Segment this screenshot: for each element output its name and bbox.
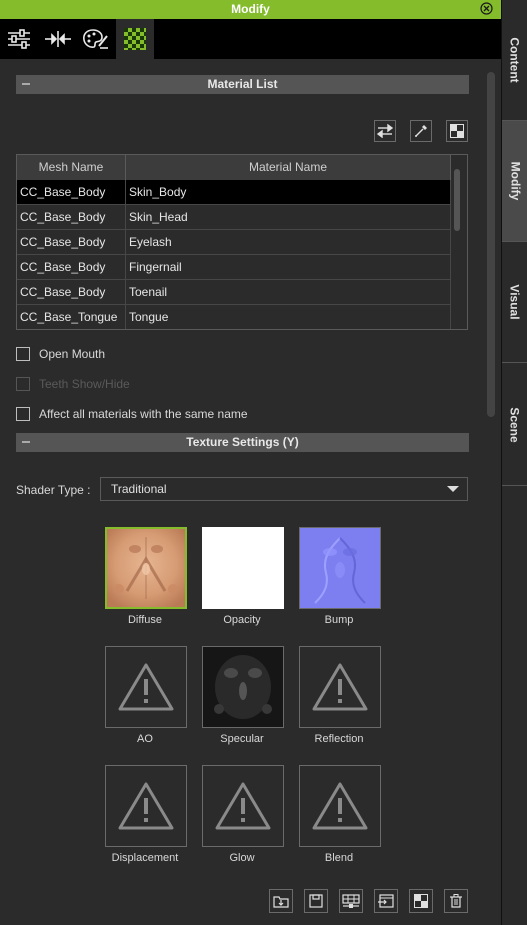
- warning-icon: [118, 663, 174, 711]
- texture-preview-button[interactable]: [409, 889, 433, 913]
- close-icon[interactable]: [480, 2, 493, 15]
- eyedropper-icon: [415, 125, 427, 137]
- warning-icon: [215, 782, 271, 830]
- teeth-show-hide-checkbox[interactable]: [16, 377, 30, 391]
- align-arrows-icon: [45, 31, 71, 47]
- window-title-bar: Modify: [0, 0, 501, 19]
- pick-material-button[interactable]: [410, 120, 432, 142]
- texture-label: Diffuse: [127, 614, 163, 626]
- checker-icon: [414, 894, 428, 908]
- table-row[interactable]: CC_Base_Body Skin_Head: [17, 205, 451, 230]
- teeth-show-hide-label: Teeth Show/Hide: [39, 377, 130, 391]
- side-tab-modify[interactable]: Modify: [502, 121, 527, 242]
- table-scrollbar[interactable]: [454, 169, 460, 231]
- open-mouth-checkbox[interactable]: [16, 347, 30, 361]
- side-tab-content[interactable]: Content: [502, 0, 527, 121]
- column-header-mesh[interactable]: Mesh Name: [17, 155, 126, 180]
- mesh-name-cell: CC_Base_Body: [17, 255, 126, 279]
- tab-appearance[interactable]: [77, 19, 115, 59]
- side-tab-bar: Content Modify Visual Scene: [501, 0, 527, 925]
- texture-slot-ao[interactable]: [105, 646, 187, 728]
- mesh-name-cell: CC_Base_Body: [17, 180, 126, 204]
- table-row[interactable]: CC_Base_Body Skin_Body: [17, 180, 451, 205]
- material-name-cell: Tongue: [126, 305, 451, 329]
- swap-arrows-icon: [377, 124, 393, 138]
- texture-slot-specular[interactable]: [202, 646, 284, 728]
- mesh-name-cell: CC_Base_Body: [17, 230, 126, 254]
- material-list-header[interactable]: Material List: [16, 75, 469, 94]
- affect-all-checkbox[interactable]: [16, 407, 30, 421]
- load-texture-button[interactable]: [269, 889, 293, 913]
- texture-settings-button[interactable]: [339, 889, 363, 913]
- panel-scrollbar[interactable]: [487, 72, 495, 417]
- texture-slot-displacement[interactable]: [105, 765, 187, 847]
- material-name-cell: Fingernail: [126, 255, 451, 279]
- material-table: Mesh Name Material Name CC_Base_Body Ski…: [16, 154, 468, 330]
- table-row[interactable]: CC_Base_Body Eyelash: [17, 230, 451, 255]
- texture-label: Blend: [324, 852, 354, 864]
- chevron-down-icon: [447, 486, 459, 492]
- texture-label: Specular: [220, 733, 264, 745]
- texture-slot-blend[interactable]: [299, 765, 381, 847]
- texture-slot-diffuse[interactable]: [105, 527, 187, 609]
- shader-type-select[interactable]: Traditional: [100, 477, 468, 501]
- texture-settings-header[interactable]: Texture Settings (Y): [16, 433, 469, 452]
- open-mouth-label: Open Mouth: [39, 347, 106, 361]
- texture-label: AO: [137, 733, 153, 745]
- section-title: Material List: [207, 77, 278, 91]
- checker-material-icon: [124, 28, 146, 50]
- diffuse-texture-thumbnail: [107, 529, 185, 607]
- shader-type-value: Traditional: [111, 482, 167, 496]
- import-window-icon: [378, 894, 394, 908]
- mesh-name-cell: CC_Base_Body: [17, 205, 126, 229]
- texture-label: Reflection: [314, 733, 364, 745]
- material-name-cell: Skin_Head: [126, 205, 451, 229]
- checker-icon: [450, 124, 464, 138]
- texture-label: Glow: [229, 852, 255, 864]
- tab-morph[interactable]: [39, 19, 77, 59]
- tab-attribute[interactable]: [0, 19, 38, 59]
- texture-label: Bump: [324, 614, 354, 626]
- warning-icon: [312, 782, 368, 830]
- tab-material[interactable]: [116, 19, 154, 59]
- warning-icon: [312, 663, 368, 711]
- material-name-cell: Toenail: [126, 280, 451, 304]
- mesh-name-cell: CC_Base_Tongue: [17, 305, 126, 329]
- folder-open-icon: [273, 896, 289, 908]
- side-tab-scene[interactable]: Scene: [502, 365, 527, 486]
- shader-type-label: Shader Type :: [16, 483, 91, 497]
- side-tab-visual[interactable]: Visual: [502, 242, 527, 363]
- modify-toolbar: [0, 19, 501, 59]
- table-row[interactable]: CC_Base_Body Toenail: [17, 280, 451, 305]
- material-preview-button[interactable]: [446, 120, 468, 142]
- texture-label: Opacity: [223, 614, 261, 626]
- material-name-cell: Eyelash: [126, 230, 451, 254]
- launch-editor-button[interactable]: [374, 889, 398, 913]
- material-name-cell: Skin_Body: [126, 180, 451, 204]
- texture-slot-glow[interactable]: [202, 765, 284, 847]
- grid-sliders-icon: [342, 894, 360, 908]
- texture-slot-reflection[interactable]: [299, 646, 381, 728]
- specular-texture-thumbnail: [203, 647, 283, 727]
- swap-material-button[interactable]: [374, 120, 396, 142]
- mesh-name-cell: CC_Base_Body: [17, 280, 126, 304]
- texture-slot-opacity[interactable]: [202, 527, 284, 609]
- save-icon: [309, 894, 323, 908]
- table-row[interactable]: CC_Base_Body Fingernail: [17, 255, 451, 280]
- palette-icon: [83, 29, 108, 49]
- section-title: Texture Settings (Y): [186, 435, 299, 449]
- column-header-material[interactable]: Material Name: [126, 155, 451, 180]
- texture-label: Displacement: [111, 852, 179, 864]
- warning-icon: [118, 782, 174, 830]
- window-title: Modify: [231, 2, 270, 16]
- delete-texture-button[interactable]: [444, 889, 468, 913]
- bump-texture-thumbnail: [300, 528, 380, 608]
- trash-icon: [450, 894, 462, 908]
- affect-all-label: Affect all materials with the same name: [39, 407, 248, 421]
- texture-slot-bump[interactable]: [299, 527, 381, 609]
- table-row[interactable]: CC_Base_Tongue Tongue: [17, 305, 451, 329]
- table-header: Mesh Name Material Name: [17, 155, 451, 181]
- sliders-icon: [8, 29, 30, 49]
- save-texture-button[interactable]: [304, 889, 328, 913]
